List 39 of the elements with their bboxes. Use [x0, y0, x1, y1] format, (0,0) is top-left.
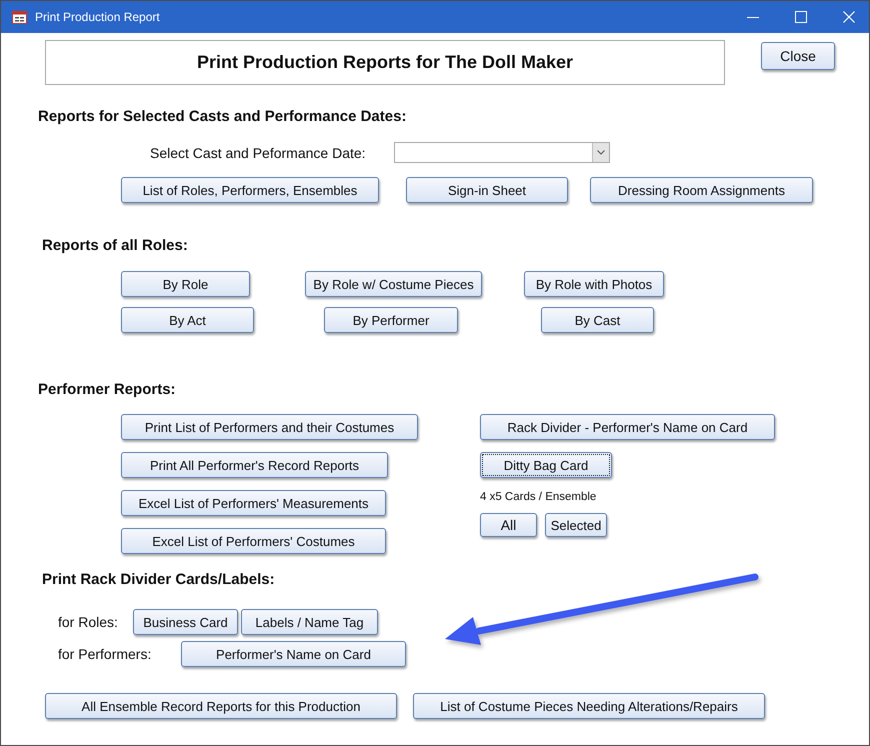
section-heading: Performer Reports: [37, 381, 177, 399]
report-button[interactable]: Print All Performer's Record Reports [121, 452, 388, 478]
report-button[interactable]: By Role [121, 271, 250, 297]
note-text: 4 x5 Cards / Ensemble [480, 490, 596, 504]
dropdown-button[interactable] [592, 143, 609, 162]
report-button[interactable]: Ditty Bag Card [480, 452, 612, 478]
report-button[interactable]: By Role with Photos [524, 271, 664, 297]
report-button[interactable]: Excel List of Performers' Costumes [121, 528, 386, 554]
report-button[interactable]: Sign-in Sheet [406, 177, 568, 203]
report-button[interactable]: Labels / Name Tag [241, 609, 378, 635]
form-icon [12, 10, 27, 24]
report-button[interactable]: List of Costume Pieces Needing Alterations/Repairs [413, 693, 765, 719]
report-button[interactable]: By Cast [541, 307, 654, 333]
report-button[interactable]: Business Card [133, 609, 238, 635]
report-button[interactable]: All Ensemble Record Reports for this Production [45, 693, 397, 719]
field-label: for Roles: [58, 614, 119, 630]
section-heading: Reports for Selected Casts and Performance Dates: [37, 108, 408, 126]
report-button[interactable]: Rack Divider - Performer's Name on Card [480, 414, 775, 440]
chevron-icon [597, 150, 605, 155]
dropdown-field[interactable] [394, 142, 610, 163]
report-button[interactable]: List of Roles, Performers, Ensembles [121, 177, 379, 203]
report-button[interactable]: Performer's Name on Card [181, 641, 406, 667]
section-heading: Reports of all Roles: [41, 237, 189, 255]
report-button[interactable]: All [480, 513, 537, 537]
form-title: Print Production Reports for The Doll Maker [196, 52, 574, 73]
report-button[interactable]: Selected [545, 513, 607, 537]
report-button[interactable]: Excel List of Performers' Measurements [121, 490, 386, 516]
report-button[interactable]: Dressing Room Assignments [590, 177, 813, 203]
maximize-icon[interactable] [795, 11, 807, 23]
field-label: Select Cast and Peformance Date: [150, 144, 367, 160]
report-button[interactable]: Print List of Performers and their Costumes [121, 414, 418, 440]
window-title: Print Production Report [35, 10, 160, 24]
report-button[interactable]: By Performer [324, 307, 458, 333]
close-button[interactable]: Close [761, 42, 835, 70]
report-button[interactable]: By Act [121, 307, 254, 333]
close-icon[interactable] [843, 11, 855, 23]
field-label: for Performers: [58, 646, 152, 662]
report-button[interactable]: By Role w/ Costume Pieces [305, 271, 482, 297]
section-heading: Print Rack Divider Cards/Labels: [41, 571, 276, 589]
